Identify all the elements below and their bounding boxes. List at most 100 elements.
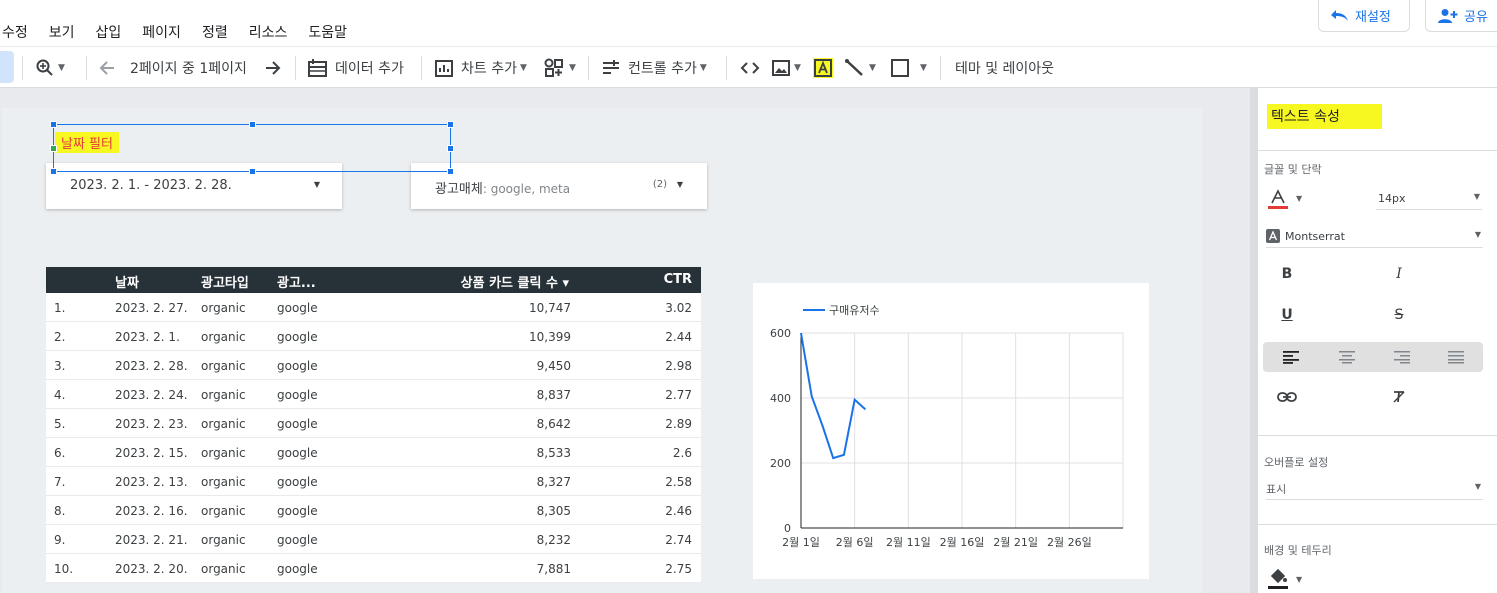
table-row[interactable]: 9. 2023. 2. 21. organic google 8,232 2.74 [46, 525, 701, 554]
table-row[interactable]: 7. 2023. 2. 13. organic google 8,327 2.58 [46, 467, 701, 496]
column-header-clicks[interactable]: 상품 카드 클릭 수 ▾ [461, 272, 569, 291]
chevron-down-icon: ▼ [920, 62, 927, 73]
text-box-content[interactable]: 날짜 필터 [55, 132, 119, 153]
media-filter-control[interactable]: 광고매체: google, meta (2) ▼ [411, 163, 707, 209]
italic-icon: I [1396, 266, 1402, 282]
fill-color-button[interactable] [1268, 568, 1288, 589]
table-row[interactable]: 1. 2023. 2. 27. organic google 10,747 3.02 [46, 293, 701, 322]
image-button[interactable]: ▼ [771, 47, 801, 88]
text-box-icon [813, 57, 833, 78]
text-button[interactable] [812, 47, 834, 88]
line-chart[interactable]: 0 200 400 600 2월 1일 2월 6일 2월 11일 2월 16일 2월 21일 2월… [753, 283, 1149, 579]
table-row[interactable]: 3. 2023. 2. 28. organic google 9,450 2.98 [46, 351, 701, 380]
align-right-button[interactable] [1392, 347, 1412, 367]
align-center-button[interactable] [1337, 347, 1357, 367]
font-section-label: 글꼴 및 단락 [1264, 163, 1322, 176]
column-header-ad-type[interactable]: 광고타입 [201, 272, 249, 291]
chevron-down-icon: ▼ [58, 62, 65, 73]
underline-button[interactable]: U [1277, 305, 1297, 325]
resize-handle[interactable] [447, 168, 454, 175]
font-size-select[interactable]: 14px ▼ [1376, 188, 1482, 210]
add-control-button[interactable]: 컨트롤 추가 ▼ [601, 47, 707, 88]
row-clicks: 8,533 [536, 446, 571, 460]
control-icon [603, 59, 619, 74]
align-left-icon [1283, 351, 1299, 364]
font-family-select[interactable]: Montserrat ▼ [1266, 226, 1483, 248]
theme-layout-button[interactable]: 테마 및 레이아웃 [955, 47, 1054, 88]
image-icon [772, 59, 790, 76]
toolbar-divider [940, 56, 941, 80]
menu-resource[interactable]: 리소스 [249, 22, 288, 42]
add-data-icon [308, 58, 327, 77]
row-index: 7. [54, 475, 66, 489]
add-chart-button[interactable]: 차트 추가 ▼ [434, 47, 527, 88]
column-header-date[interactable]: 날짜 [115, 272, 139, 291]
row-ctr: 2.77 [665, 388, 692, 402]
resize-handle[interactable] [50, 145, 57, 152]
chevron-down-icon[interactable]: ▼ [1296, 575, 1302, 584]
menu-help[interactable]: 도움말 [308, 22, 347, 42]
table-row[interactable]: 5. 2023. 2. 23. organic google 8,642 2.89 [46, 409, 701, 438]
row-ctr: 2.75 [665, 562, 692, 576]
overflow-select[interactable]: 표시 ▼ [1266, 478, 1483, 500]
row-ad-type: organic [201, 388, 246, 402]
section-divider [1258, 524, 1497, 525]
chevron-down-icon[interactable]: ▼ [1296, 194, 1302, 203]
row-ctr: 3.02 [665, 301, 692, 315]
column-header-media[interactable]: 광고... [277, 272, 316, 291]
align-justify-button[interactable] [1446, 347, 1466, 367]
menu-view[interactable]: 보기 [49, 22, 75, 42]
share-button[interactable]: 공유 [1425, 0, 1497, 32]
strikethrough-icon: S [1394, 307, 1404, 323]
clear-format-button[interactable] [1389, 387, 1409, 407]
resize-handle[interactable] [447, 145, 454, 152]
strikethrough-button[interactable]: S [1389, 305, 1409, 325]
row-media: google [277, 301, 318, 315]
selected-text-box[interactable]: 날짜 필터 [50, 121, 454, 175]
prev-page-button[interactable] [98, 47, 118, 88]
table-row[interactable]: 6. 2023. 2. 15. organic google 8,533 2.6 [46, 438, 701, 467]
menu-insert[interactable]: 삽입 [96, 22, 122, 42]
row-ad-type: organic [201, 533, 246, 547]
select-tool[interactable] [0, 51, 14, 83]
table-row[interactable]: 2. 2023. 2. 1. organic google 10,399 2.44 [46, 322, 701, 351]
next-page-button[interactable] [262, 47, 282, 88]
menu-arrange[interactable]: 정렬 [202, 22, 228, 42]
italic-button[interactable]: I [1389, 264, 1409, 284]
row-index: 10. [54, 562, 74, 576]
resize-handle[interactable] [50, 121, 57, 128]
table-header: 날짜 광고타입 광고... 상품 카드 클릭 수 ▾ CTR [46, 267, 701, 293]
align-left-button[interactable] [1281, 347, 1301, 367]
reset-button[interactable]: 재설정 [1318, 0, 1410, 32]
table-row[interactable]: 10. 2023. 2. 20. organic google 7,881 2.75 [46, 554, 701, 583]
resize-handle[interactable] [249, 168, 256, 175]
line-icon [845, 58, 863, 76]
resize-handle[interactable] [249, 121, 256, 128]
row-date: 2023. 2. 13. [115, 475, 188, 489]
zoom-button[interactable]: ▼ [35, 47, 65, 88]
table-row[interactable]: 8. 2023. 2. 16. organic google 8,305 2.46 [46, 496, 701, 525]
add-component-button[interactable]: ▼ [544, 47, 576, 88]
resize-handle[interactable] [50, 168, 57, 175]
zoom-in-icon [36, 59, 53, 76]
row-ctr: 2.58 [665, 475, 692, 489]
column-header-ctr[interactable]: CTR [664, 272, 692, 287]
row-index: 3. [54, 359, 66, 373]
link-button[interactable] [1277, 387, 1297, 407]
data-table[interactable]: 날짜 광고타입 광고... 상품 카드 클릭 수 ▾ CTR 1. 2023. 2… [46, 267, 701, 583]
resize-handle[interactable] [447, 121, 454, 128]
row-ad-type: organic [201, 301, 246, 315]
menu-page[interactable]: 페이지 [142, 22, 181, 42]
add-data-button[interactable]: 데이터 추가 [307, 47, 404, 88]
embed-code-button[interactable] [739, 47, 761, 88]
table-row[interactable]: 4. 2023. 2. 24. organic google 8,837 2.77 [46, 380, 701, 409]
font-color-button[interactable] [1268, 189, 1288, 210]
add-chart-icon [435, 59, 453, 77]
shape-button[interactable]: ▼ [890, 47, 927, 88]
chevron-down-icon: ▼ [519, 62, 527, 73]
y-tick-label: 0 [784, 522, 791, 535]
menu-edit[interactable]: 수정 [2, 22, 28, 42]
row-ctr: 2.46 [665, 504, 692, 518]
line-button[interactable]: ▼ [844, 47, 876, 88]
bold-button[interactable]: B [1277, 264, 1297, 284]
